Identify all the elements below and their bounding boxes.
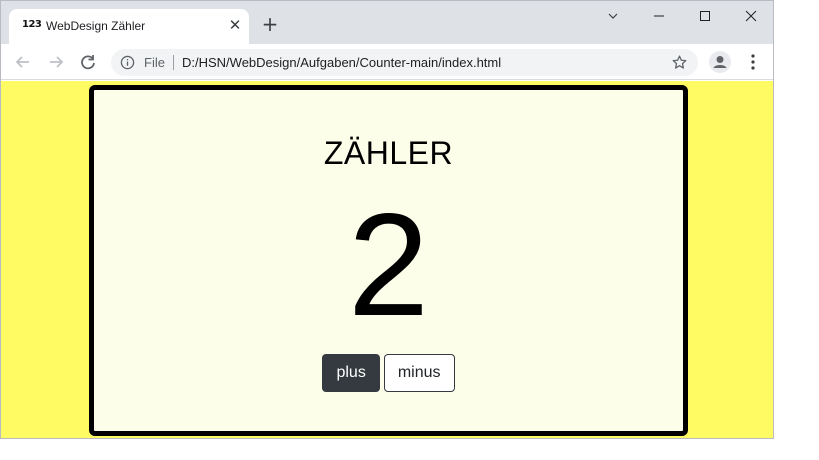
browser-toolbar: File D:/HSN/WebDesign/Aufgaben/Counter-m… <box>1 44 773 80</box>
reload-icon <box>81 55 95 70</box>
page-viewport: ZÄHLER 2 plus minus <box>1 81 773 438</box>
chevron-down-icon <box>608 13 618 19</box>
plus-button[interactable]: plus <box>322 354 380 392</box>
browser-menu-button[interactable] <box>745 53 761 71</box>
counter-card: ZÄHLER 2 plus minus <box>89 85 688 436</box>
maximize-icon <box>700 11 710 21</box>
reload-button[interactable] <box>78 52 98 72</box>
arrow-right-icon <box>50 56 64 68</box>
more-vertical-icon <box>751 54 755 70</box>
counter-value: 2 <box>347 183 430 346</box>
minimize-button[interactable] <box>636 1 682 31</box>
minus-button[interactable]: minus <box>383 354 455 392</box>
address-bar[interactable]: File D:/HSN/WebDesign/Aufgaben/Counter-m… <box>111 49 698 76</box>
tab-search-button[interactable] <box>590 1 636 31</box>
close-icon <box>745 10 757 22</box>
bookmark-star-icon[interactable] <box>671 54 688 71</box>
avatar-icon <box>713 56 727 68</box>
maximize-button[interactable] <box>682 1 728 31</box>
scheme-label: File <box>144 55 165 70</box>
minimize-icon <box>654 15 664 17</box>
tab-title: WebDesign Zähler <box>46 19 146 33</box>
url-text[interactable]: D:/HSN/WebDesign/Aufgaben/Counter-main/i… <box>182 55 501 70</box>
tab-close-icon[interactable]: ✕ <box>227 17 243 33</box>
favicon-icon: 123 <box>22 19 42 30</box>
info-icon[interactable] <box>120 55 135 70</box>
close-window-button[interactable] <box>728 1 773 31</box>
omnibox-separator <box>173 55 174 70</box>
browser-tab[interactable]: 123 WebDesign Zähler ✕ <box>9 9 249 44</box>
button-row: plus minus <box>94 354 683 392</box>
new-tab-button[interactable]: + <box>260 14 280 34</box>
browser-window: 123 WebDesign Zähler ✕ + File D:/HSN/Web… <box>0 0 774 439</box>
forward-button[interactable] <box>46 52 66 72</box>
arrow-left-icon <box>15 56 29 68</box>
tab-strip: 123 WebDesign Zähler ✕ + <box>1 1 773 44</box>
page-title: ZÄHLER <box>323 135 454 171</box>
profile-button[interactable] <box>709 51 731 73</box>
back-button[interactable] <box>13 52 33 72</box>
